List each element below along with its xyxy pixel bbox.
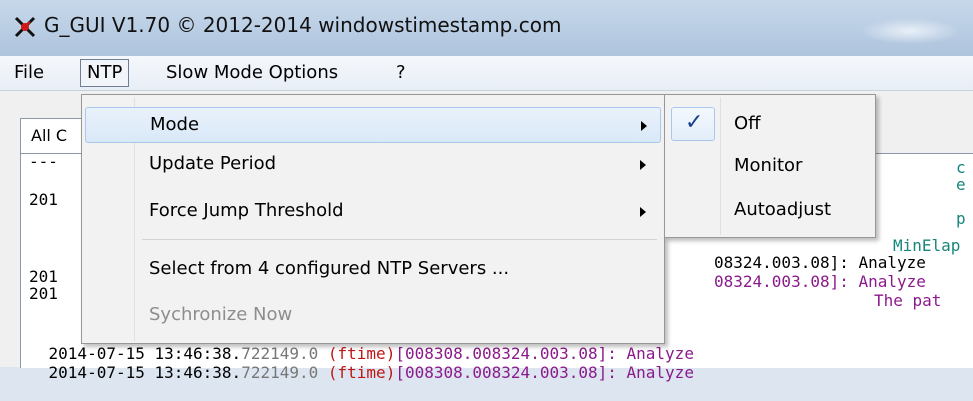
menu-item-force-jump-threshold[interactable]: Force Jump Threshold [85,194,661,230]
log-pat: The pat [874,291,942,310]
mode-submenu: ✓ Off Monitor Autoadjust [664,94,876,238]
menu-item-synchronize-now-label: Sychronize Now [149,304,293,325]
log-dashes: --- [29,152,58,171]
title-bar-glow [860,18,960,44]
checkmark-icon: ✓ [685,110,704,135]
menu-item-select-ntp-servers-label: Select from 4 configured NTP Servers ... [149,258,510,279]
menu-help[interactable]: ? [390,60,412,86]
window-title: G_GUI V1.70 © 2012-2014 windowstimestamp… [44,13,562,37]
submenu-item-monitor[interactable]: Monitor [668,149,872,185]
log-row-b-ftime: (ftime) [327,363,396,382]
submenu-arrow-icon [640,207,646,217]
menu-item-synchronize-now: Sychronize Now [85,298,661,334]
menu-ntp[interactable]: NTP [80,59,130,87]
log-line-1: 201 [29,190,58,209]
submenu-item-off-label: Off [734,113,761,134]
log-row-b-time: 722149.0 [241,363,319,382]
menu-item-mode[interactable]: Mode [85,107,661,143]
menu-slow-mode-options[interactable]: Slow Mode Options [160,60,344,86]
log-frag-r2: e [956,175,966,194]
log-analyze-2: 08324.003.08]: Analyze [714,272,926,291]
menu-file[interactable]: File [8,60,50,86]
log-frag-r3: p [956,209,966,228]
submenu-item-monitor-label: Monitor [734,155,803,176]
submenu-arrow-icon [640,160,646,170]
menu-item-mode-label: Mode [150,114,200,135]
menu-bar: File NTP Slow Mode Options ? [0,56,973,91]
menu-item-update-period[interactable]: Update Period [85,147,661,183]
log-row-b-rest: [008308.008324.003.08]: Analyze [395,363,694,382]
submenu-arrow-icon [641,121,647,131]
log-line-3: 201 [29,284,58,303]
submenu-item-autoadjust-label: Autoadjust [734,199,832,220]
menu-item-force-jump-threshold-label: Force Jump Threshold [149,200,344,221]
log-row-b: 2014-07-15 13:46:38.722149.0 (ftime)[008… [10,344,694,401]
menu-item-update-period-label: Update Period [149,153,277,174]
submenu-item-off[interactable]: ✓ Off [668,107,872,143]
check-indicator: ✓ [671,107,715,141]
log-analyze-1: 08324.003.08]: Analyze [714,253,926,272]
ntp-dropdown-menu: Mode Update Period Force Jump Threshold … [81,94,665,344]
app-logo-icon [14,16,36,38]
submenu-item-autoadjust[interactable]: Autoadjust [668,193,872,229]
menu-separator [142,239,657,240]
log-row-b-prefix: 2014-07-15 13:46:38. [48,363,242,382]
menu-item-select-ntp-servers[interactable]: Select from 4 configured NTP Servers ... [85,252,661,288]
title-bar[interactable]: G_GUI V1.70 © 2012-2014 windowstimestamp… [0,0,973,56]
